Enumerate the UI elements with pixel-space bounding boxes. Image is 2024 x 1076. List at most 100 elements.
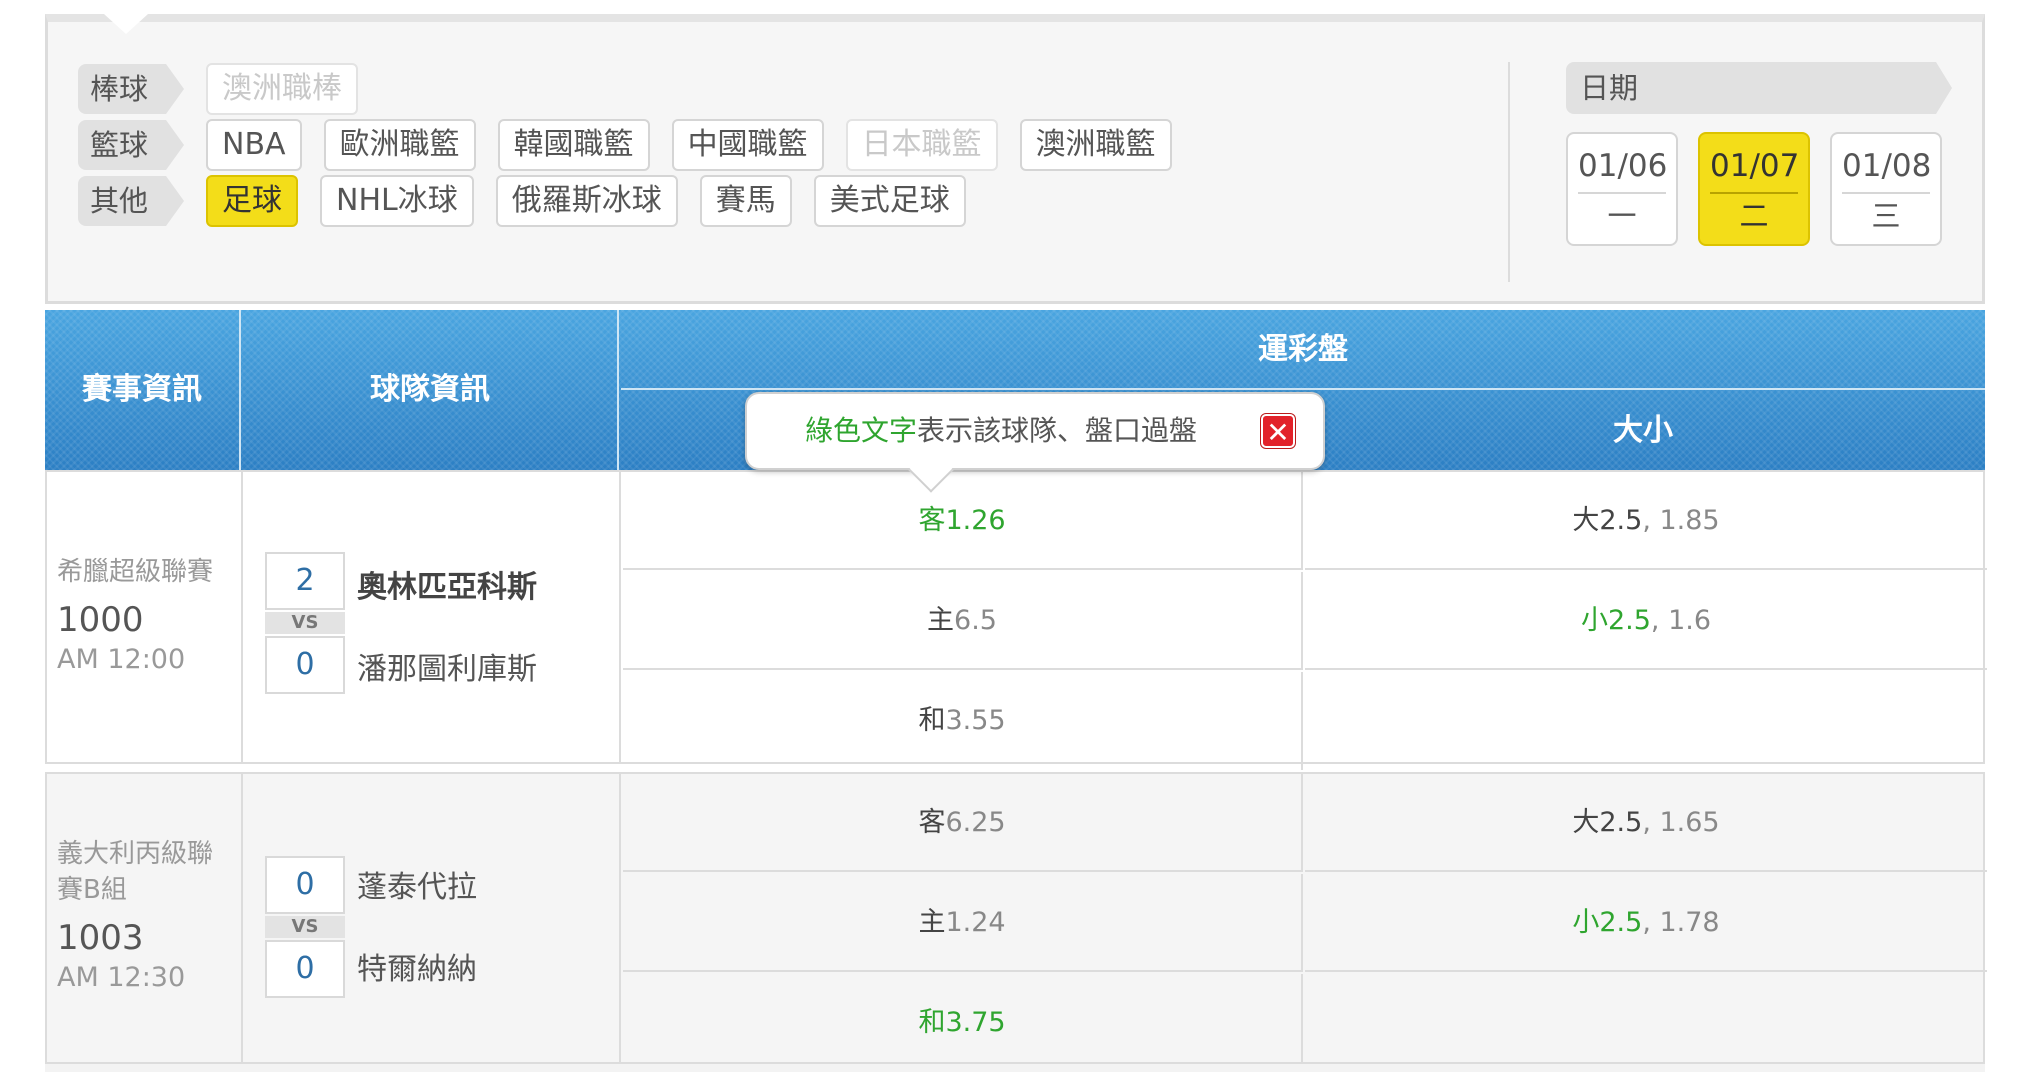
ou-label: 小 — [1580, 605, 1608, 636]
tooltip-green-text: 綠色文字 — [805, 414, 918, 447]
chip-euro-basketball[interactable]: 歐洲職籃 — [323, 119, 476, 171]
scoreboard: 2 VS 0 — [265, 552, 345, 726]
ou-line: 2.5 — [1607, 605, 1651, 636]
odds-grid: 客1.26 主6.5 和3.55 大2.5, 1.85 小2.5, 1.6 — [623, 472, 1987, 770]
home-team-name: 特爾納納 — [357, 952, 477, 987]
scoreboard: 0 VS 0 — [265, 856, 345, 1030]
odds-label: 客 — [918, 505, 946, 536]
filter-row-baseball: 棒球 澳洲職棒 — [78, 62, 380, 116]
date-text: 01/07 — [1710, 148, 1799, 194]
team-info-cell: 0 VS 0 蓬泰代拉 特爾納納 — [245, 774, 621, 1064]
date-option-0106[interactable]: 01/06 一 — [1566, 132, 1678, 246]
ou-value: , 1.85 — [1642, 505, 1720, 536]
odds-value: 1.24 — [945, 907, 1006, 938]
odds-away[interactable]: 客6.25 — [623, 774, 1303, 872]
odds-value: 6.25 — [945, 807, 1006, 838]
ou-value: , 1.6 — [1650, 605, 1712, 636]
odds-value: 3.55 — [945, 705, 1006, 736]
chip-football[interactable]: 足球 — [206, 175, 299, 227]
filter-row-basketball: 籃球 NBA 歐洲職籃 韓國職籃 中國職籃 日本職籃 澳洲職籃 — [78, 118, 1194, 172]
panel-divider — [1508, 62, 1510, 282]
match-row: 義大利丙級聯賽B組 1003 AM 12:30 0 VS 0 蓬泰代拉 特爾納納… — [45, 772, 1987, 1072]
header-over-under: 大小 — [1613, 413, 1673, 448]
vs-badge: VS — [265, 916, 345, 938]
match-number: 1000 — [57, 600, 144, 640]
filter-row-other: 其他 足球 NHL冰球 俄羅斯冰球 賽馬 美式足球 — [78, 174, 988, 228]
kickoff-time: AM 12:00 — [57, 644, 186, 675]
weekday-text: 三 — [1871, 199, 1901, 233]
away-score: 2 — [265, 552, 345, 610]
odds-over[interactable]: 大2.5, 1.65 — [1305, 774, 1987, 872]
home-score: 0 — [265, 940, 345, 998]
chip-american-football[interactable]: 美式足球 — [813, 175, 966, 227]
date-text: 01/08 — [1842, 148, 1931, 194]
home-team-name: 潘那圖利庫斯 — [357, 652, 537, 687]
category-label-baseball: 棒球 — [78, 64, 185, 114]
ou-value: , 1.78 — [1642, 907, 1720, 938]
ou-label: 大 — [1572, 807, 1600, 838]
home-score: 0 — [265, 636, 345, 694]
odds-label: 和 — [918, 705, 946, 736]
odds-label: 和 — [918, 1007, 946, 1038]
ou-line: 2.5 — [1599, 807, 1643, 838]
odds-home[interactable]: 主6.5 — [623, 572, 1303, 670]
chip-nba[interactable]: NBA — [206, 119, 302, 171]
weekday-text: 二 — [1739, 199, 1769, 233]
chip-australia-basketball[interactable]: 澳洲職籃 — [1019, 119, 1172, 171]
chip-nhl-hockey[interactable]: NHL冰球 — [320, 175, 474, 227]
chip-china-basketball[interactable]: 中國職籃 — [671, 119, 824, 171]
kickoff-time: AM 12:30 — [57, 962, 186, 993]
odds-label: 客 — [918, 807, 946, 838]
odds-empty — [1305, 974, 1987, 1072]
close-icon[interactable]: ✕ — [1261, 414, 1295, 449]
odds-value: 6.5 — [954, 605, 997, 636]
ou-label: 小 — [1572, 907, 1600, 938]
date-option-0107[interactable]: 01/07 二 — [1698, 132, 1810, 246]
sport-filter-panel: 棒球 澳洲職棒 籃球 NBA 歐洲職籃 韓國職籃 中國職籃 日本職籃 澳洲職籃 … — [45, 14, 1985, 304]
odds-away[interactable]: 客1.26 — [623, 472, 1303, 570]
chip-horse-racing[interactable]: 賽馬 — [699, 175, 792, 227]
weekday-text: 一 — [1607, 199, 1637, 233]
ou-label: 大 — [1572, 505, 1600, 536]
ou-line: 2.5 — [1599, 505, 1643, 536]
odds-value: 3.75 — [945, 1007, 1006, 1038]
legend-tooltip: 綠色文字表示該球隊、盤口過盤 ✕ — [745, 392, 1325, 470]
odds-label: 主 — [927, 605, 955, 636]
away-team-name: 蓬泰代拉 — [357, 870, 477, 905]
next-row-edge — [45, 1062, 1985, 1072]
date-option-0108[interactable]: 01/08 三 — [1830, 132, 1942, 246]
chip-korea-basketball[interactable]: 韓國職籃 — [497, 119, 650, 171]
ou-line: 2.5 — [1599, 907, 1643, 938]
league-name: 希臘超級聯賽 — [57, 557, 214, 587]
ou-value: , 1.65 — [1642, 807, 1720, 838]
odds-grid: 客6.25 主1.24 和3.75 大2.5, 1.65 小2.5, 1.78 — [623, 774, 1987, 1072]
away-team-name: 奧林匹亞科斯 — [357, 570, 537, 605]
vs-badge: VS — [265, 612, 345, 634]
chip-russia-hockey[interactable]: 俄羅斯冰球 — [495, 175, 678, 227]
odds-under[interactable]: 小2.5, 1.6 — [1305, 572, 1987, 670]
chip-japan-basketball[interactable]: 日本職籃 — [845, 119, 998, 171]
event-info-cell: 義大利丙級聯賽B組 1003 AM 12:30 — [47, 774, 243, 1064]
team-info-cell: 2 VS 0 奧林匹亞科斯 潘那圖利庫斯 — [245, 472, 621, 762]
odds-label: 主 — [918, 907, 946, 938]
date-label: 日期 — [1566, 62, 1952, 114]
odds-home[interactable]: 主1.24 — [623, 874, 1303, 972]
away-score: 0 — [265, 856, 345, 914]
odds-empty — [1305, 672, 1987, 770]
category-label-other: 其他 — [78, 176, 185, 226]
date-text: 01/06 — [1578, 148, 1667, 194]
odds-draw[interactable]: 和3.75 — [623, 974, 1303, 1072]
header-lottery-odds: 運彩盤 — [621, 310, 1985, 390]
header-event-info: 賽事資訊 — [45, 310, 241, 470]
header-team-info: 球隊資訊 — [243, 310, 619, 470]
match-number: 1003 — [57, 918, 144, 958]
odds-over[interactable]: 大2.5, 1.85 — [1305, 472, 1987, 570]
odds-under[interactable]: 小2.5, 1.78 — [1305, 874, 1987, 972]
match-row: 希臘超級聯賽 1000 AM 12:00 2 VS 0 奧林匹亞科斯 潘那圖利庫… — [45, 470, 1987, 770]
event-info-cell: 希臘超級聯賽 1000 AM 12:00 — [47, 472, 243, 762]
league-name: 義大利丙級聯賽B組 — [57, 839, 214, 905]
odds-draw[interactable]: 和3.55 — [623, 672, 1303, 770]
chip-australian-baseball[interactable]: 澳洲職棒 — [206, 63, 359, 115]
tooltip-text: 表示該球隊、盤口過盤 — [917, 414, 1198, 447]
category-label-basketball: 籃球 — [78, 120, 185, 170]
